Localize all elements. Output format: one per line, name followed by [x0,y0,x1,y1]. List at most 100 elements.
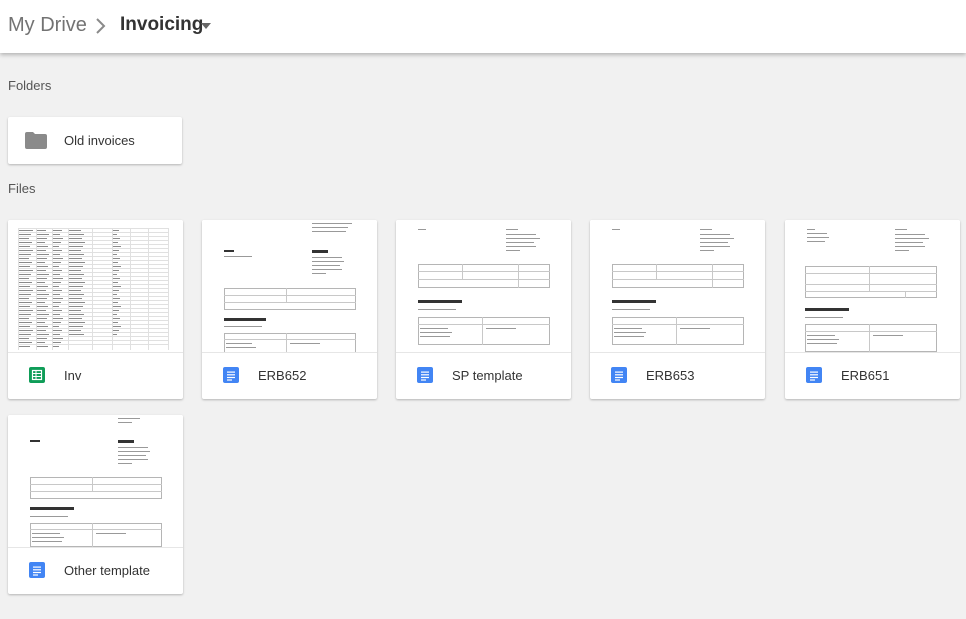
file-card-erb653[interactable]: ERB653 [590,220,765,399]
sheet-cell-text [19,286,30,287]
file-card-erb651[interactable]: ERB651 [785,220,960,399]
sheet-cell-text [113,318,120,319]
sheet-cell-text [19,302,32,303]
sheet-grid-row [18,292,168,293]
sheet-cell-text [19,342,32,343]
breadcrumb-current-folder[interactable]: Invoicing [120,14,203,36]
sheet-cell-text [113,234,117,235]
file-thumbnail [202,220,377,352]
sheet-cell-text [37,242,45,243]
sheet-cell-text [113,258,120,259]
sheet-cell-text [37,266,48,267]
sheet-cell-text [113,330,119,331]
sheet-cell-text [113,310,119,311]
file-name: Other template [64,563,150,578]
sheet-cell-text [19,310,33,311]
sheet-cell-text [53,314,60,315]
sheet-cell-text [19,278,29,279]
sheet-cell-text [69,230,81,231]
sheet-grid-row [18,280,168,281]
file-thumbnail [8,415,183,547]
sheet-grid-row [18,244,168,245]
sheet-cell-text [53,290,62,291]
sheet-cell-text [19,318,29,319]
sheet-cell-text [19,306,30,307]
sheet-cell-text [37,262,45,263]
sheet-cell-text [37,270,46,271]
sheet-cell-text [113,334,117,335]
folders-heading: Folders [8,78,52,93]
sheet-cell-text [53,254,60,255]
sheet-cell-text [113,238,120,239]
sheet-cell-text [19,238,29,239]
file-thumbnail [590,220,765,352]
sheet-grid-row [18,296,168,297]
sheet-cell-text [37,314,49,315]
sheet-cell-text [53,334,60,335]
sheet-cell-text [19,330,33,331]
sheet-grid-row [18,320,168,321]
sheet-cell-text [69,282,85,283]
sheet-cell-text [37,238,47,239]
sheet-cell-text [69,274,84,275]
sheet-cell-text [53,306,59,307]
sheet-cell-text [19,246,30,247]
sheet-cell-text [53,326,59,327]
breadcrumb: My Drive Invoicing [0,0,966,53]
sheet-cell-text [53,346,59,347]
sheet-cell-text [113,254,117,255]
sheet-cell-text [113,246,121,247]
file-card-other-template[interactable]: Other template [8,415,183,594]
sheet-cell-text [37,234,49,235]
sheet-cell-text [37,282,45,283]
sheet-cell-text [53,242,61,243]
file-card-inv[interactable]: Inv [8,220,183,399]
sheet-cell-text [37,306,48,307]
sheet-cell-text [53,274,60,275]
sheet-cell-text [69,242,85,243]
sheet-cell-text [37,330,46,331]
sheet-grid-row [18,228,168,229]
sheet-grid-row [18,304,168,305]
sheet-grid-row [18,308,168,309]
sheet-cell-text [19,254,31,255]
sheet-cell-text [19,298,29,299]
sheet-cell-text [19,338,29,339]
sheet-grid-row [18,264,168,265]
sheet-cell-text [53,234,60,235]
sheet-cell-text [19,294,31,295]
sheet-cell-text [53,230,62,231]
sheet-cell-text [113,290,119,291]
sheet-cell-text [19,322,32,323]
sheet-cell-text [19,314,31,315]
sheet-cell-text [19,334,31,335]
sheet-cell-text [19,250,33,251]
sheet-cell-text [53,338,63,339]
sheet-cell-text [113,286,121,287]
file-card-erb652[interactable]: ERB652 [202,220,377,399]
breadcrumb-my-drive[interactable]: My Drive [8,14,87,37]
sheet-cell-text [113,298,120,299]
sheet-cell-text [69,270,81,271]
sheet-cell-text [19,258,29,259]
sheet-cell-text [53,250,62,251]
sheet-cell-text [53,258,63,259]
sheet-cell-text [53,302,61,303]
sheet-grid-row [18,316,168,317]
sheet-cell-text [37,326,48,327]
sheet-grid-row [18,328,168,329]
sheet-cell-text [37,246,48,247]
sheet-cell-text [113,274,117,275]
docs-icon [223,367,239,383]
caret-down-icon[interactable] [201,23,211,29]
folder-old-invoices[interactable]: Old invoices [8,117,182,164]
sheet-cell-text [19,262,32,263]
sheet-cell-text [113,322,118,323]
sheet-cell-text [113,270,119,271]
sheet-grid-row [18,300,168,301]
file-card-sp-template[interactable]: SP template [396,220,571,399]
sheet-grid-row [18,240,168,241]
sheet-grid-row [18,260,168,261]
sheet-cell-text [53,262,61,263]
sheet-grid-row [18,340,168,341]
